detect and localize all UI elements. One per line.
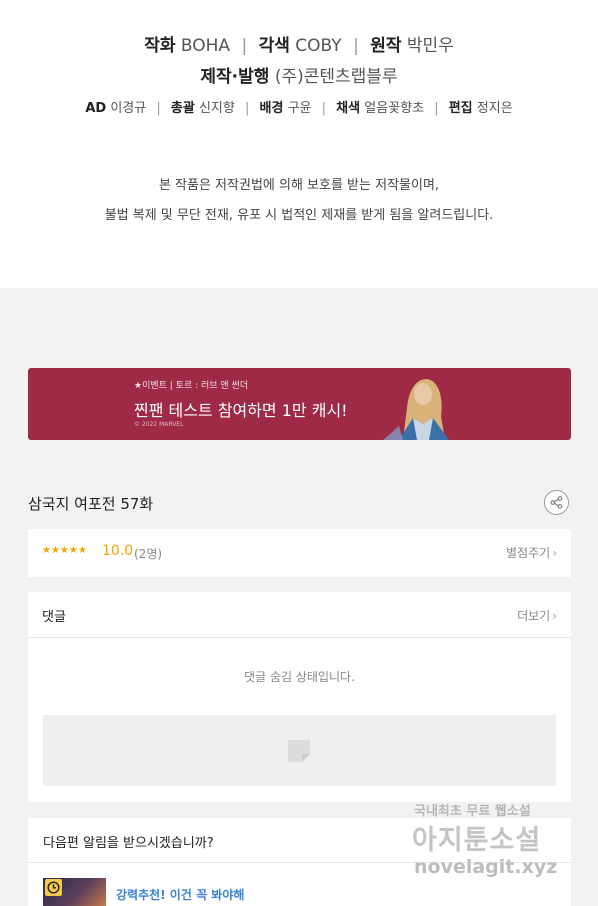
credits-line-2: 제작·발행 (주)콘텐츠랩블루	[0, 62, 598, 87]
credit-name: 이경규	[110, 101, 147, 116]
separator: |	[434, 101, 439, 116]
credit-name: (주)콘텐츠랩블루	[274, 67, 398, 87]
credit-role: 원작	[370, 36, 402, 56]
credit-role: 작화	[144, 36, 176, 56]
credit-role: 총괄	[170, 101, 195, 116]
watermark-tagline: 국내최초 무료 웹소설	[414, 804, 531, 819]
rating-score: 10.0	[102, 543, 134, 559]
clock-badge	[45, 879, 62, 896]
credit-name: 구윤	[287, 101, 312, 116]
credits-line-3: AD 이경규 | 총괄 신지향 | 배경 구윤 | 채색 얼음꽃향초 | 편집 …	[0, 97, 598, 116]
credit-name: COBY	[295, 36, 342, 56]
recommend-thumbnail[interactable]	[43, 878, 106, 906]
comment-placeholder-box	[43, 715, 556, 786]
chevron-right-icon: ›	[552, 609, 557, 623]
banner-title: 찐팬 테스트 참여하면 1만 캐시!	[134, 401, 348, 420]
comments-section: 댓글 더보기 › 댓글 숨김 상태입니다.	[28, 592, 571, 802]
episode-title: 삼국지 여포전 57화	[28, 495, 154, 513]
credit-role: AD	[85, 101, 107, 116]
banner-copyright: © 2022 MARVEL	[134, 421, 184, 428]
rate-button[interactable]: 별점주기 ›	[506, 544, 557, 561]
credit-role: 편집	[448, 101, 473, 116]
watermark-url: novelagit.xyz	[414, 856, 558, 878]
rate-button-label: 별점주기	[506, 546, 551, 560]
banner-character-image	[383, 379, 449, 440]
credit-name: BOHA	[180, 36, 231, 56]
separator: |	[156, 101, 161, 116]
watermark-logo: 아지툰소설	[412, 825, 542, 856]
comments-hidden-message: 댓글 숨김 상태입니다.	[244, 670, 355, 684]
recommend-link[interactable]: 강력추천! 이건 꼭 봐야해	[116, 886, 244, 903]
placeholder-image-icon	[288, 740, 310, 762]
rating-count: (2명)	[134, 547, 163, 561]
comments-more-label: 더보기	[517, 609, 551, 623]
credit-name: 신지향	[198, 101, 235, 116]
clock-icon	[47, 881, 60, 894]
copyright-notice-line-2: 불법 복제 및 무단 전재, 유포 시 법적인 제재를 받게 됨을 알려드립니다…	[104, 208, 494, 223]
share-icon	[550, 496, 563, 509]
share-button[interactable]	[544, 490, 569, 515]
credits-line-1: 작화 BOHA | 각색 COBY | 원작 박민우	[0, 31, 598, 56]
credits-section: 작화 BOHA | 각색 COBY | 원작 박민우 제작·발행 (주)콘텐츠랩…	[0, 0, 598, 288]
credit-role: 채색	[336, 101, 361, 116]
event-banner[interactable]: ★이벤트 | 토르 : 러브 앤 썬더 찐팬 테스트 참여하면 1만 캐시! ©…	[28, 368, 571, 440]
rating-bar: ★★★★★ 10.0 (2명) 별점주기 ›	[28, 529, 571, 577]
rating-stars: ★★★★★	[42, 545, 87, 556]
site-watermark: 국내최초 무료 웹소설 아지툰소설 novelagit.xyz	[412, 798, 582, 888]
credit-role: 제작·발행	[200, 67, 270, 87]
comments-header: 댓글 더보기 ›	[28, 592, 571, 638]
credit-role: 각색	[258, 36, 290, 56]
separator: |	[244, 101, 250, 116]
credit-role: 배경	[259, 101, 284, 116]
notify-question: 다음편 알림을 받으시겠습니까?	[43, 836, 214, 851]
credit-name: 박민우	[406, 36, 454, 56]
separator: |	[353, 36, 359, 56]
separator: |	[241, 36, 248, 56]
credit-name: 얼음꽃향초	[364, 101, 425, 116]
separator: |	[321, 101, 327, 116]
comments-more-button[interactable]: 더보기 ›	[517, 607, 557, 624]
banner-tag: ★이벤트 | 토르 : 러브 앤 썬더	[134, 381, 249, 391]
credit-name: 정지은	[476, 101, 513, 116]
chevron-right-icon: ›	[552, 546, 557, 560]
copyright-notice-line-1: 본 작품은 저작권법에 의해 보호를 받는 저작물이며,	[158, 178, 440, 193]
comments-title: 댓글	[42, 610, 66, 625]
